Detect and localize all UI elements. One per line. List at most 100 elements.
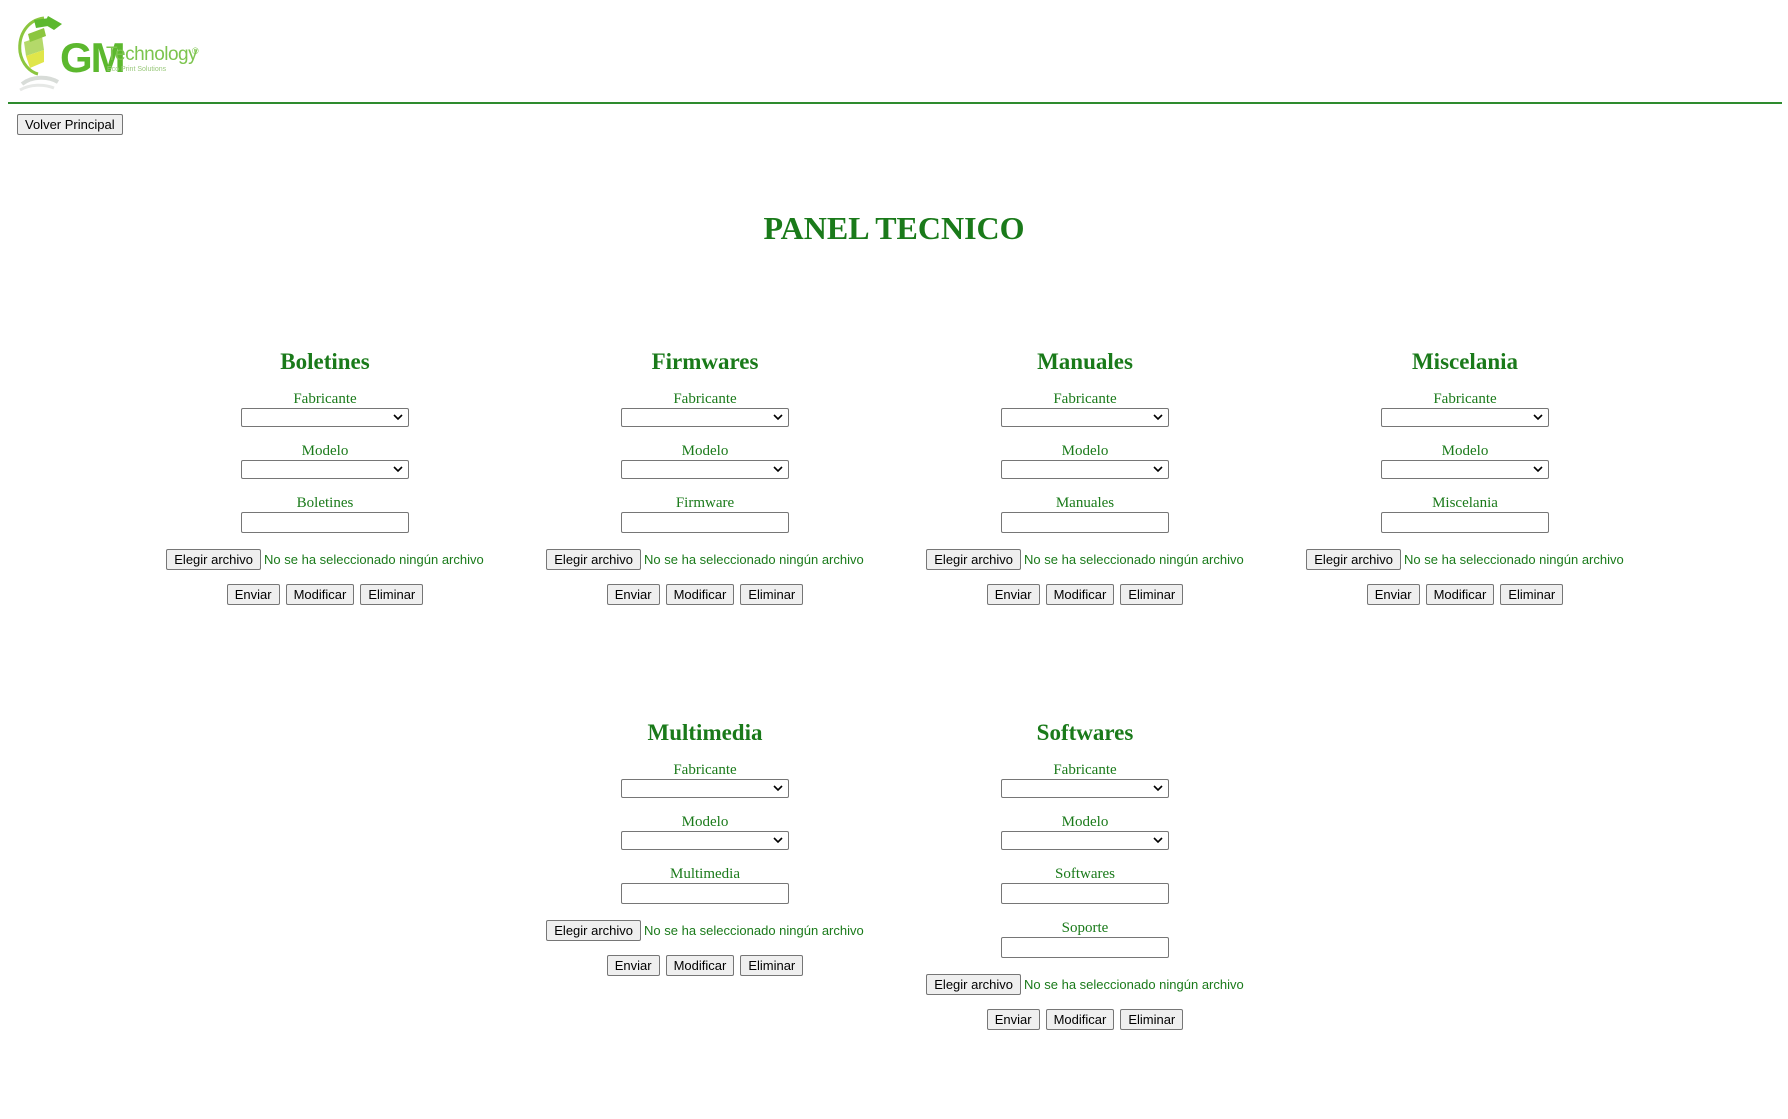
name-input[interactable] xyxy=(621,512,789,533)
logo-tagline: Eco Print Solutions xyxy=(107,66,167,73)
name-input[interactable] xyxy=(1001,512,1169,533)
manufacturer-label: Fabricante xyxy=(293,391,357,407)
choose-file-button[interactable]: Elegir archivo xyxy=(1306,549,1402,570)
chevron-down-icon xyxy=(773,837,783,844)
modify-button[interactable]: Modificar xyxy=(1425,584,1495,605)
section-title: Manuales xyxy=(1037,349,1133,374)
choose-file-button[interactable]: Elegir archivo xyxy=(546,549,642,570)
chevron-down-icon xyxy=(1153,785,1163,792)
section-miscelania: Miscelania Fabricante Modelo Miscelania … xyxy=(1275,348,1655,605)
manufacturer-select[interactable] xyxy=(1001,779,1169,798)
manufacturer-label: Fabricante xyxy=(1433,391,1497,407)
manufacturer-label: Fabricante xyxy=(1053,391,1117,407)
manufacturer-select[interactable] xyxy=(1001,408,1169,427)
delete-button[interactable]: Eliminar xyxy=(740,584,804,605)
action-buttons: Enviar Modificar Eliminar xyxy=(515,955,895,976)
delete-button[interactable]: Eliminar xyxy=(1120,584,1184,605)
section-manuales: Manuales Fabricante Modelo Manuales Eleg… xyxy=(895,348,1275,605)
section-title: Miscelania xyxy=(1411,349,1519,374)
no-file-text: No se ha seleccionado ningún archivo xyxy=(644,552,864,567)
send-button[interactable]: Enviar xyxy=(986,1009,1040,1030)
support-input[interactable] xyxy=(1001,937,1169,958)
choose-file-button[interactable]: Elegir archivo xyxy=(926,549,1022,570)
section-boletines: Boletines Fabricante Modelo Boletines El… xyxy=(135,348,515,605)
name-input[interactable] xyxy=(1001,883,1169,904)
model-label: Modelo xyxy=(1061,443,1109,459)
choose-file-button[interactable]: Elegir archivo xyxy=(546,920,642,941)
modify-button[interactable]: Modificar xyxy=(285,584,355,605)
model-select[interactable] xyxy=(241,460,409,479)
file-picker: Elegir archivo No se ha seleccionado ning… xyxy=(515,920,895,941)
file-picker: Elegir archivo No se ha seleccionado ning… xyxy=(135,549,515,570)
section-title: Boletines xyxy=(280,349,370,374)
model-label: Modelo xyxy=(681,443,729,459)
chevron-down-icon xyxy=(1533,466,1543,473)
name-input[interactable] xyxy=(1381,512,1549,533)
logo-technology-text: Technology xyxy=(106,44,198,65)
model-label: Modelo xyxy=(1441,443,1489,459)
manufacturer-select[interactable] xyxy=(621,408,789,427)
manufacturer-label: Fabricante xyxy=(673,762,737,778)
send-button[interactable]: Enviar xyxy=(606,955,660,976)
chevron-down-icon xyxy=(393,414,403,421)
manufacturer-label: Fabricante xyxy=(673,391,737,407)
manufacturer-select[interactable] xyxy=(241,408,409,427)
action-buttons: Enviar Modificar Eliminar xyxy=(515,584,895,605)
section-title: Multimedia xyxy=(647,720,763,745)
name-label: Manuales xyxy=(1055,495,1115,511)
action-buttons: Enviar Modificar Eliminar xyxy=(895,1009,1275,1030)
name-input[interactable] xyxy=(621,883,789,904)
chevron-down-icon xyxy=(1153,837,1163,844)
model-select[interactable] xyxy=(1001,831,1169,850)
send-button[interactable]: Enviar xyxy=(986,584,1040,605)
chevron-down-icon xyxy=(1533,414,1543,421)
model-select[interactable] xyxy=(1001,460,1169,479)
manufacturer-select[interactable] xyxy=(621,779,789,798)
no-file-text: No se ha seleccionado ningún archivo xyxy=(1404,552,1624,567)
file-picker: Elegir archivo No se ha seleccionado ning… xyxy=(895,974,1275,995)
no-file-text: No se ha seleccionado ningún archivo xyxy=(264,552,484,567)
section-title: Firmwares xyxy=(651,349,759,374)
choose-file-button[interactable]: Elegir archivo xyxy=(926,974,1022,995)
site-header: GM Technology ® Eco Print Solutions xyxy=(0,0,1788,104)
file-picker: Elegir archivo No se ha seleccionado ning… xyxy=(1275,549,1655,570)
model-select[interactable] xyxy=(621,460,789,479)
page-title: PANEL TECNICO xyxy=(763,210,1025,246)
header-divider xyxy=(8,102,1782,104)
support-label: Soporte xyxy=(1061,920,1109,936)
action-buttons: Enviar Modificar Eliminar xyxy=(1275,584,1655,605)
file-picker: Elegir archivo No se ha seleccionado ning… xyxy=(515,549,895,570)
model-label: Modelo xyxy=(1061,814,1109,830)
section-multimedia: Multimedia Fabricante Modelo Multimedia … xyxy=(515,719,895,976)
no-file-text: No se ha seleccionado ningún archivo xyxy=(1024,977,1244,992)
model-select[interactable] xyxy=(621,831,789,850)
delete-button[interactable]: Eliminar xyxy=(740,955,804,976)
chevron-down-icon xyxy=(773,785,783,792)
manufacturer-select[interactable] xyxy=(1381,408,1549,427)
delete-button[interactable]: Eliminar xyxy=(1500,584,1564,605)
back-to-main-button[interactable]: Volver Principal xyxy=(17,114,123,135)
model-select[interactable] xyxy=(1381,460,1549,479)
name-input[interactable] xyxy=(241,512,409,533)
gm-technology-logo: GM Technology ® Eco Print Solutions xyxy=(14,14,204,96)
model-label: Modelo xyxy=(301,443,349,459)
modify-button[interactable]: Modificar xyxy=(665,584,735,605)
name-label: Miscelania xyxy=(1432,495,1498,511)
modify-button[interactable]: Modificar xyxy=(665,955,735,976)
modify-button[interactable]: Modificar xyxy=(1045,1009,1115,1030)
chevron-down-icon xyxy=(1153,414,1163,421)
no-file-text: No se ha seleccionado ningún archivo xyxy=(644,923,864,938)
delete-button[interactable]: Eliminar xyxy=(1120,1009,1184,1030)
name-label: Softwares xyxy=(1055,866,1115,882)
action-buttons: Enviar Modificar Eliminar xyxy=(895,584,1275,605)
manufacturer-label: Fabricante xyxy=(1053,762,1117,778)
model-label: Modelo xyxy=(681,814,729,830)
choose-file-button[interactable]: Elegir archivo xyxy=(166,549,262,570)
delete-button[interactable]: Eliminar xyxy=(360,584,424,605)
action-buttons: Enviar Modificar Eliminar xyxy=(135,584,515,605)
modify-button[interactable]: Modificar xyxy=(1045,584,1115,605)
no-file-text: No se ha seleccionado ningún archivo xyxy=(1024,552,1244,567)
send-button[interactable]: Enviar xyxy=(226,584,280,605)
send-button[interactable]: Enviar xyxy=(1366,584,1420,605)
send-button[interactable]: Enviar xyxy=(606,584,660,605)
